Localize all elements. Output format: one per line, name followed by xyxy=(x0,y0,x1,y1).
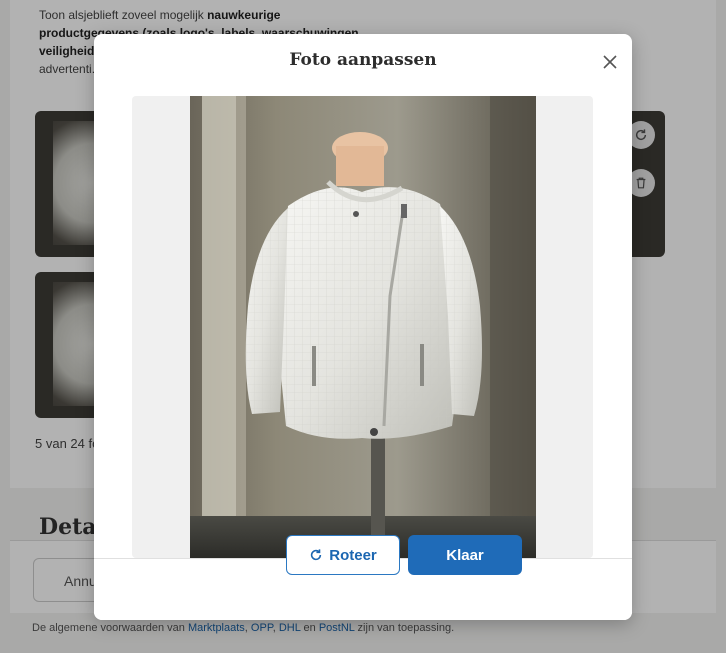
close-icon xyxy=(603,55,617,69)
edit-photo-modal: Foto aanpassen xyxy=(94,34,632,620)
photo-preview xyxy=(190,96,536,558)
rotate-button[interactable]: Roteer xyxy=(286,535,400,575)
done-button[interactable]: Klaar xyxy=(408,535,522,575)
jacket-photo xyxy=(190,96,536,558)
modal-title: Foto aanpassen xyxy=(289,50,437,70)
rotate-button-label: Roteer xyxy=(329,546,377,564)
rotate-icon xyxy=(311,549,322,561)
close-button[interactable] xyxy=(600,52,620,72)
